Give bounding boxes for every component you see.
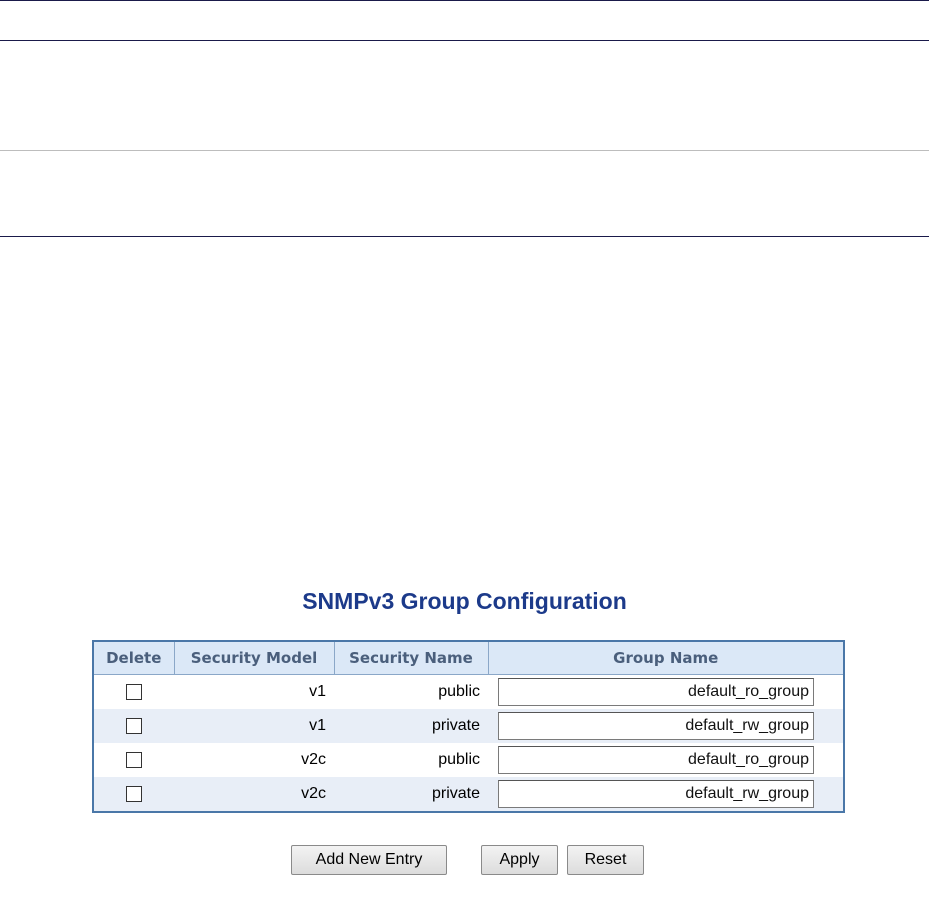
content-divider bbox=[0, 236, 929, 237]
delete-checkbox[interactable] bbox=[126, 717, 142, 734]
header-delete: Delete bbox=[92, 640, 175, 675]
delete-checkbox[interactable] bbox=[126, 683, 142, 700]
group-name-input[interactable]: default_rw_group bbox=[498, 780, 814, 808]
delete-cell bbox=[93, 674, 174, 709]
header-security-model: Security Model bbox=[173, 640, 335, 675]
reset-button[interactable]: Reset bbox=[567, 845, 644, 875]
table-row: v1 public default_ro_group bbox=[93, 674, 844, 709]
table-row: v1 private default_rw_group bbox=[93, 709, 844, 743]
security-name-cell: private bbox=[334, 709, 488, 743]
delete-checkbox[interactable] bbox=[126, 785, 142, 802]
delete-checkbox[interactable] bbox=[126, 751, 142, 768]
group-name-cell: default_ro_group bbox=[488, 743, 844, 777]
security-name-cell: public bbox=[334, 674, 488, 709]
top-divider bbox=[0, 0, 929, 1]
add-new-entry-button[interactable]: Add New Entry bbox=[291, 845, 447, 875]
security-model-cell: v1 bbox=[174, 674, 334, 709]
header-group-name: Group Name bbox=[487, 640, 845, 675]
delete-cell bbox=[93, 777, 174, 812]
security-name-cell: public bbox=[334, 743, 488, 777]
security-model-cell: v1 bbox=[174, 709, 334, 743]
group-name-cell: default_rw_group bbox=[488, 777, 844, 812]
header-security-name: Security Name bbox=[333, 640, 489, 675]
group-name-cell: default_rw_group bbox=[488, 709, 844, 743]
security-model-cell: v2c bbox=[174, 743, 334, 777]
delete-cell bbox=[93, 743, 174, 777]
apply-button[interactable]: Apply bbox=[481, 845, 558, 875]
group-name-input[interactable]: default_ro_group bbox=[498, 678, 814, 706]
table-row: v2c private default_rw_group bbox=[93, 777, 844, 812]
table-row: v2c public default_ro_group bbox=[93, 743, 844, 777]
delete-cell bbox=[93, 709, 174, 743]
group-name-cell: default_ro_group bbox=[488, 674, 844, 709]
table-header-row: Delete Security Model Security Name Grou… bbox=[92, 640, 845, 675]
security-model-cell: v2c bbox=[174, 777, 334, 812]
section-divider bbox=[0, 150, 929, 151]
security-name-cell: private bbox=[334, 777, 488, 812]
page-title: SNMPv3 Group Configuration bbox=[302, 588, 627, 614]
snmp-group-table: Delete Security Model Security Name Grou… bbox=[92, 640, 845, 813]
group-name-input[interactable]: default_ro_group bbox=[498, 746, 814, 774]
header-divider bbox=[0, 40, 929, 41]
group-name-input[interactable]: default_rw_group bbox=[498, 712, 814, 740]
